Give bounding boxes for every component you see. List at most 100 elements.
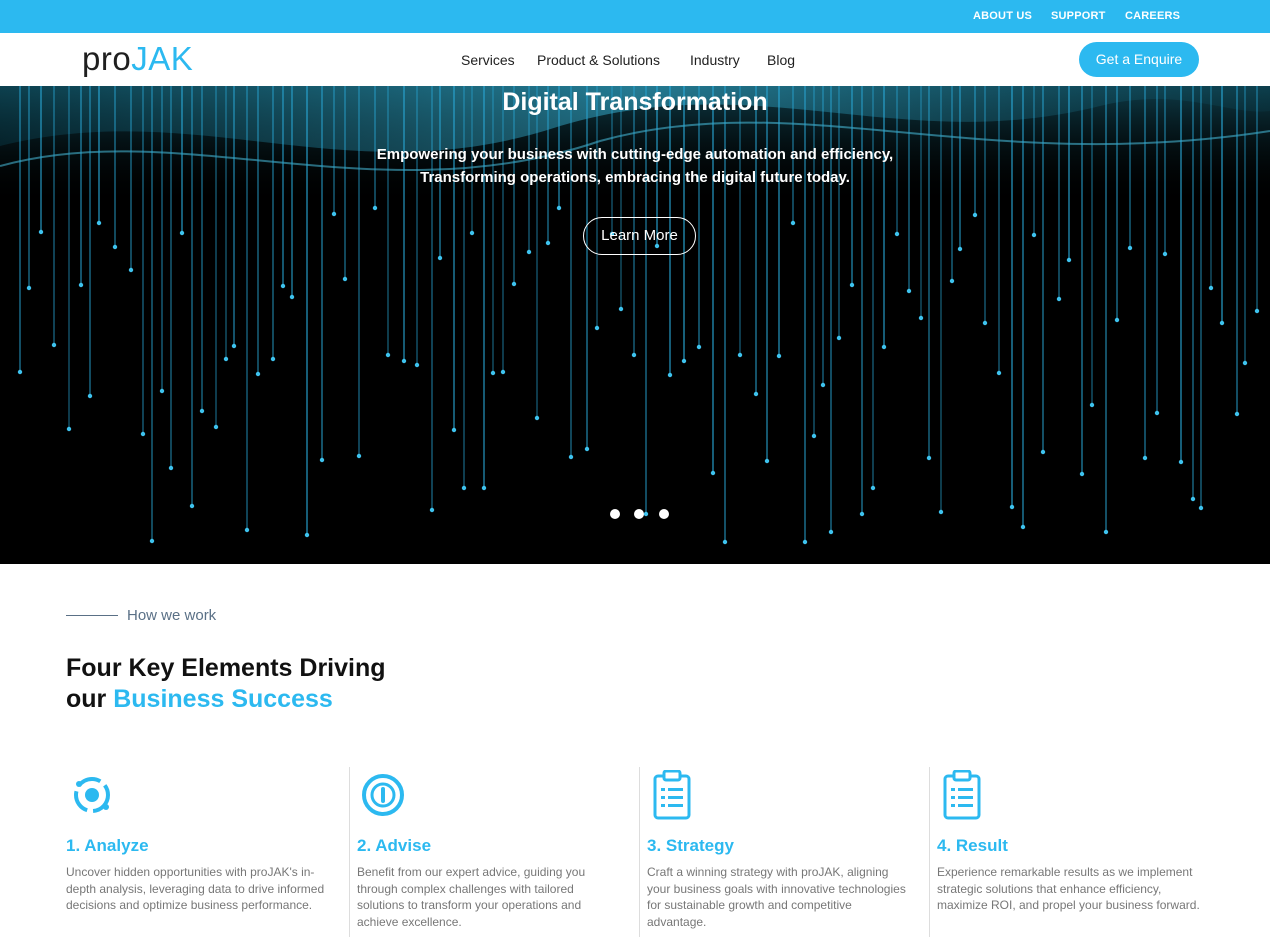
hero-strand-dot [790,220,796,226]
hero-subtitle-line-1: Empowering your business with cutting-ed… [376,146,894,163]
hero-strand-dot [304,532,310,538]
step-title: 4. Result [937,836,1008,855]
nav-blog[interactable]: Blog [767,52,795,68]
hero-strand-dot [1020,524,1026,530]
hero-strand-dot [849,282,855,288]
hero-strand-dot [1114,317,1120,323]
hero-strand-dot [17,369,23,375]
carousel-dot-2[interactable] [634,509,644,519]
hero-strand-dot [1056,296,1062,302]
hero-strand-dot [168,465,174,471]
clipboard-icon [942,769,992,820]
hero-strand-dot [96,220,102,226]
careers-link[interactable]: CAREERS [1125,10,1180,22]
hero-strand-dot [490,370,496,376]
hero-strand-dot [331,211,337,217]
hero-strand-dot [906,288,912,294]
about-us-link[interactable]: ABOUT US [973,10,1032,22]
step-title: 2. Advise [357,836,432,855]
hero-strand-dot [1208,285,1214,291]
nav-industry[interactable]: Industry [690,52,740,68]
analyze-icon [71,770,121,820]
hero-strand-dot [128,267,134,273]
kicker-divider [66,615,118,616]
hero-strand-dot [938,509,944,515]
hero-strand-dot [836,335,842,341]
hero-strand-dot [631,352,637,358]
hero-strand-dot [1234,411,1240,417]
hero-strand-dot [1031,232,1037,238]
section-kicker: How we work [127,607,217,624]
hero-strand-dot [159,388,165,394]
hero-strand-dot [811,433,817,439]
hero-strand-dot [618,306,624,312]
hero-strand-dot [385,352,391,358]
hero-strand-dot [820,382,826,388]
hero-title: Digital Transformation [502,88,768,116]
hero-strand-dot [1066,257,1072,263]
hero-strand-dot [957,246,963,252]
hero-strand-dot [722,539,728,545]
hero-strand-dot [737,352,743,358]
hero-strand-dot [372,205,378,211]
hero-strand-dot [1254,308,1260,314]
hero-strand-dot [534,415,540,421]
support-link[interactable]: SUPPORT [1051,10,1106,22]
hero-strand-dot [859,511,865,517]
hero-strand-dot [545,240,551,246]
heading-accent: Business Success [113,685,333,713]
hero-strand-dot [526,249,532,255]
step-description: Craft a winning strategy with proJAK, al… [647,865,906,929]
hero-subtitle: Empowering your business with cutting-ed… [0,143,1270,189]
hero-strand-dot [996,370,1002,376]
hero-strand-dot [1142,455,1148,461]
hero-strand-dot [87,393,93,399]
projak-logo[interactable]: proJAK [82,41,193,77]
hero-strand-dot [918,315,924,321]
hero-strand-dot [437,255,443,261]
step-card-advise: 2. Advise Benefit from our expert advice… [349,767,639,937]
hero-strand-dot [1040,449,1046,455]
hero-strand-dot [667,372,673,378]
heading-prefix: our [66,685,114,713]
nav-services[interactable]: Services [461,52,515,68]
get-enquire-button[interactable]: Get a Enquire [1079,42,1199,77]
hero-strand-dot [802,539,808,545]
hero-strand-dot [584,446,590,452]
hero-strand-dot [289,294,295,300]
advise-icon [362,770,412,820]
hero-strand-dot [1219,320,1225,326]
hero-strand-dot [643,511,649,517]
clipboard-icon [652,769,702,820]
hero-strand-dot [270,356,276,362]
hero-strand-dot [414,362,420,368]
hero-strand-dot [894,231,900,237]
logo-text-jak: JAK [131,40,194,77]
step-card-analyze: 1. Analyze Uncover hidden opportunities … [66,767,356,937]
hero-strand-dot [926,455,932,461]
hero-strand-dot [710,470,716,476]
hero-strand-dot [461,485,467,491]
carousel-dot-3[interactable] [659,509,669,519]
hero-subtitle-line-2: Transforming operations, embracing the d… [420,169,850,186]
step-card-strategy: 3. Strategy Craft a winning strategy wit… [639,767,929,937]
hero-strand-dot [78,282,84,288]
hero-strand-dot [1190,496,1196,502]
hero-strand-dot [594,325,600,331]
section-heading: Four Key Elements Driving our Business S… [66,653,386,715]
hero-strand-dot [149,538,155,544]
hero-strand-dot [481,485,487,491]
hero-strand-dot [949,278,955,284]
hero-strand-dot [1127,245,1133,251]
learn-more-button[interactable]: Learn More [583,217,696,255]
step-description: Experience remarkable results as we impl… [937,865,1200,912]
hero-strand-dot [764,458,770,464]
hero-strand-dot [511,281,517,287]
nav-product-solutions[interactable]: Product & Solutions [537,52,660,68]
hero-strand-dot [1089,402,1095,408]
hero-strand-dot [556,205,562,211]
carousel-dot-1[interactable] [610,509,620,519]
hero-strand-dot [26,285,32,291]
hero-strand-dot [568,454,574,460]
hero-strand-dot [870,485,876,491]
